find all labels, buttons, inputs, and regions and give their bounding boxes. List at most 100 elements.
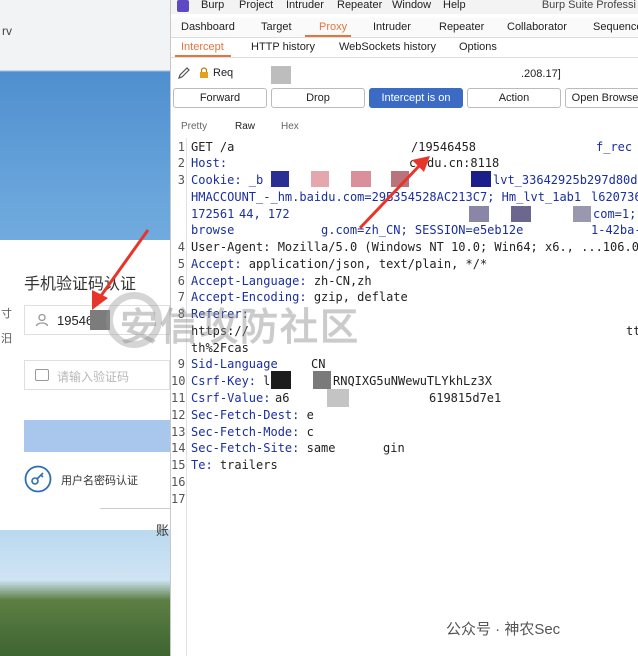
tab-intruder[interactable]: Intruder — [373, 21, 411, 33]
subtab-websockets-history[interactable]: WebSockets history — [339, 41, 436, 53]
host-header-val: du.cn:8118 — [427, 156, 500, 170]
browser-top: rv — [0, 0, 170, 70]
redaction-block — [271, 371, 291, 389]
watermark-text: 安信攻防社区 — [120, 307, 361, 349]
forward-button[interactable]: Forward — [173, 88, 267, 108]
intercept-toggle-button[interactable]: Intercept is on — [369, 88, 463, 108]
phone-value: 19546 — [57, 313, 94, 328]
burp-logo-icon — [177, 0, 189, 12]
line-number: 2 — [177, 156, 185, 170]
menu-help[interactable]: Help — [443, 0, 466, 11]
line-number: 12 — [171, 408, 186, 422]
menu-window[interactable]: Window — [392, 0, 431, 11]
header-key: Sec-Fetch-Dest: — [191, 408, 307, 422]
tab-proxy[interactable]: Proxy — [319, 21, 347, 33]
header-key: Accept-Language: — [191, 274, 314, 288]
message-view-tabs: Pretty Raw Hex — [171, 118, 638, 136]
csrf-value-value: 619815d7e1 — [429, 391, 502, 405]
header-line: Sec-Fetch-Mode: c — [191, 425, 314, 439]
header-key: Te: — [191, 458, 220, 472]
subtab-intercept[interactable]: Intercept — [181, 41, 224, 53]
line-number: 11 — [171, 391, 186, 405]
csrf-key-value: RNQIXG5uNWewuTLYkhLz3X — [333, 374, 492, 388]
line-number: 9 — [177, 357, 185, 371]
redaction-block — [327, 389, 349, 407]
cookie-value: g.com=zh_CN; SESSION=e5eb12e — [321, 223, 524, 237]
line-number: 6 — [177, 274, 185, 288]
request-path-tail: f_rec — [596, 140, 633, 154]
login-title: 手机验证码认证 — [24, 276, 137, 293]
menu-repeater[interactable]: Repeater — [337, 0, 382, 11]
header-value: application/json, text/plain, */* — [248, 257, 488, 271]
open-browser-button[interactable]: Open Browse — [565, 88, 638, 108]
cookie-value: l620736e — [591, 190, 638, 204]
intercept-toolbar: Forward Drop Intercept is on Action Open… — [171, 88, 638, 110]
referer-value: tt — [626, 324, 638, 338]
redaction-block — [511, 206, 531, 222]
cookie-value: 44, 172 — [239, 207, 290, 221]
tab-collaborator[interactable]: Collaborator — [507, 21, 567, 33]
line-number: 17 — [171, 492, 186, 506]
redaction-block — [573, 206, 591, 222]
header-line: Accept-Language: zh-CN,zh — [191, 274, 372, 288]
login-button[interactable] — [24, 420, 170, 452]
csrf-value-key: Csrf-Value: — [191, 391, 278, 405]
message-icon — [35, 369, 49, 381]
line-number: 16 — [171, 475, 186, 489]
menu-intruder[interactable]: Intruder — [286, 0, 324, 11]
tab-repeater[interactable]: Repeater — [439, 21, 484, 33]
csrf-value-value: a6 — [275, 391, 290, 405]
line-number: 3 — [177, 173, 185, 187]
action-button[interactable]: Action — [467, 88, 561, 108]
menu-burp[interactable]: Burp — [201, 0, 224, 11]
password-login-link[interactable]: 用户名密码认证 — [24, 465, 170, 495]
tab-dashboard[interactable]: Dashboard — [181, 21, 235, 33]
divider — [100, 508, 170, 509]
header-key: Sec-Fetch-Site: — [191, 441, 307, 455]
window-title: Burp Suite Professi — [541, 0, 636, 11]
tab-sequencer[interactable]: Sequence — [593, 21, 638, 33]
view-tab-raw[interactable]: Raw — [235, 121, 255, 132]
code-input[interactable]: 请输入验证码 — [24, 360, 170, 390]
header-key: Sec-Fetch-Mode: — [191, 425, 307, 439]
sid-language-value: CN — [311, 357, 326, 371]
lock-icon — [200, 67, 208, 78]
active-subtab-underline — [175, 55, 231, 57]
sid-language-key: Sid-Language — [191, 357, 278, 371]
header-value: gin — [383, 441, 405, 455]
view-tab-pretty[interactable]: Pretty — [181, 121, 207, 132]
account-label: 账 — [156, 523, 170, 538]
subtab-http-history[interactable]: HTTP history — [251, 41, 315, 53]
request-path: /19546458 — [411, 140, 477, 154]
user-agent-header: User-Agent: Mozilla/5.0 (Windows NT 10.0… — [191, 240, 638, 254]
cookie-value: HMACCOUNT_-_hm.baidu.com=29B354528AC213C… — [191, 190, 582, 204]
main-tabs: Dashboard Target Proxy Intruder Repeater… — [171, 18, 638, 38]
view-tab-hex[interactable]: Hex — [281, 121, 299, 132]
line-number: 5 — [177, 257, 185, 271]
menu-project[interactable]: Project — [239, 0, 273, 11]
tab-target[interactable]: Target — [261, 21, 292, 33]
cookie-value: com=1; — [593, 207, 637, 221]
redaction-block — [471, 171, 491, 187]
request-editor[interactable]: 1 2 3 4 5 6 7 8 9 10 11 12 13 14 15 16 1… — [171, 138, 638, 656]
line-number: 10 — [171, 374, 186, 388]
cookie-value: 172561 — [191, 207, 235, 221]
csrf-key-value: l — [263, 374, 271, 388]
header-line: Sec-Fetch-Site: same — [191, 441, 336, 455]
request-ip: .208.17] — [521, 68, 561, 80]
active-tab-underline — [305, 35, 351, 37]
menu-bar: Burp Project Intruder Repeater Window He… — [171, 0, 638, 14]
header-key: Accept: — [191, 257, 249, 271]
line-number: 15 — [171, 458, 186, 472]
redaction-block — [271, 66, 291, 84]
proxy-subtabs: Intercept HTTP history WebSockets histor… — [171, 38, 638, 58]
subtab-options[interactable]: Options — [459, 41, 497, 53]
drop-button[interactable]: Drop — [271, 88, 365, 108]
line-number: 13 — [171, 425, 186, 439]
side-char: 汨 — [1, 333, 12, 345]
pencil-icon[interactable] — [177, 66, 191, 80]
line-number: 4 — [177, 240, 185, 254]
header-value: trailers — [219, 458, 278, 472]
header-line: Te: trailers — [191, 458, 278, 472]
redaction-block — [351, 171, 371, 187]
